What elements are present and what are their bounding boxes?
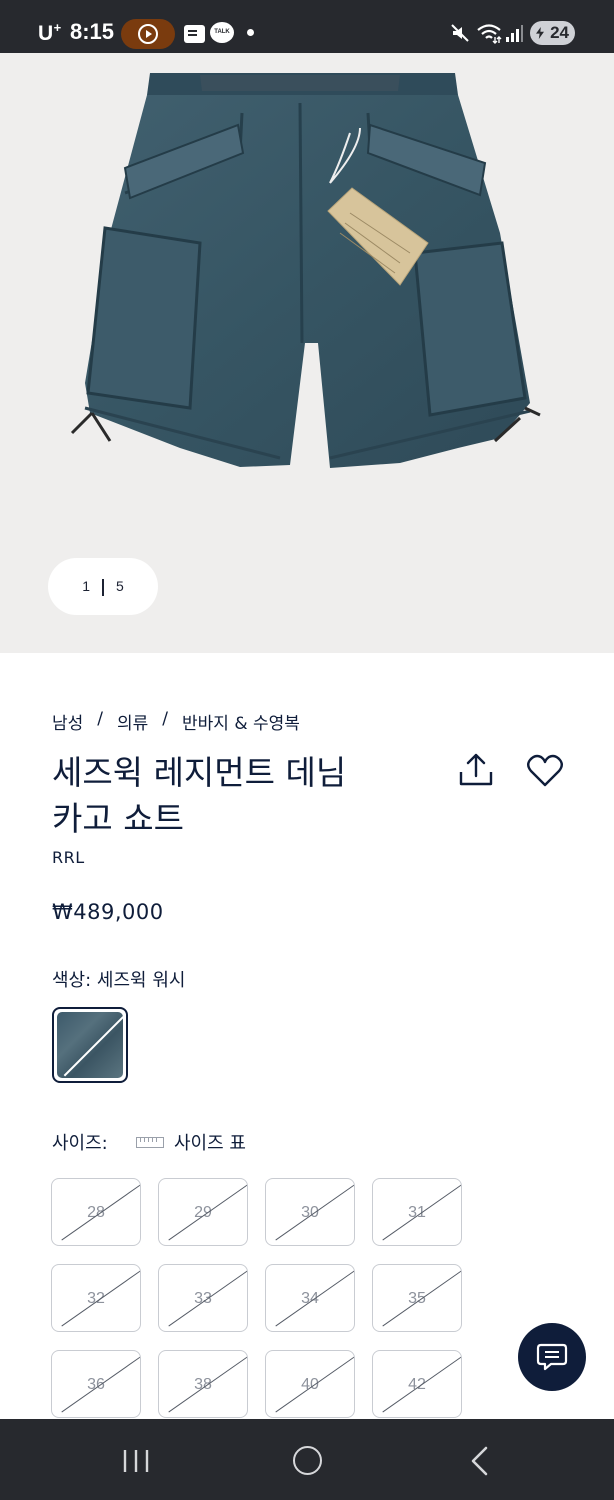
size-chart-label: 사이즈 표: [174, 1133, 246, 1154]
size-label: 사이즈:: [52, 1133, 108, 1154]
recent-apps-icon[interactable]: [121, 1449, 151, 1473]
product-price: ₩489,000: [52, 900, 164, 924]
size-option[interactable]: 36: [51, 1350, 141, 1418]
battery-indicator: 24: [530, 21, 575, 45]
pager-separator: [102, 578, 104, 596]
back-icon[interactable]: [468, 1446, 492, 1476]
heart-icon[interactable]: [526, 753, 564, 789]
product-title: 세즈윅 레지먼트 데님 카고 쇼트: [52, 750, 432, 842]
breadcrumb-separator: /: [97, 709, 104, 729]
kakaotalk-icon: TALK: [210, 22, 234, 43]
pager-total: 5: [116, 578, 124, 594]
status-bar: U+ 8:15 TALK 24: [0, 0, 614, 53]
breadcrumb-item-clothing[interactable]: 의류: [117, 709, 148, 734]
breadcrumb-item-shorts-swimwear[interactable]: 반바지 & 수영복: [182, 709, 300, 734]
product-title-line2: 카고 쇼트: [52, 799, 184, 838]
breadcrumb-separator: /: [162, 709, 169, 729]
mute-icon: [451, 24, 469, 42]
pager-current: 1: [82, 578, 90, 594]
signal-icon: [506, 25, 523, 42]
notification-app-icon: [184, 25, 205, 43]
breadcrumb-item-men[interactable]: 남성: [52, 709, 83, 734]
gallery-pager: 15: [48, 558, 158, 615]
carrier-label: U+: [38, 20, 62, 45]
screen-record-icon: [121, 19, 175, 49]
wifi-icon: [477, 24, 502, 44]
color-label-prefix: 색상:: [52, 970, 92, 991]
selected-color-name: 세즈윅 워시: [96, 970, 186, 991]
size-option[interactable]: 31: [372, 1178, 462, 1246]
size-option[interactable]: 42: [372, 1350, 462, 1418]
brand-name[interactable]: RRL: [52, 848, 85, 867]
chat-icon: [536, 1343, 568, 1371]
size-option[interactable]: 32: [51, 1264, 141, 1332]
ruler-icon: [136, 1136, 164, 1148]
product-title-line1: 세즈윅 레지먼트 데님: [52, 753, 347, 792]
size-option[interactable]: 28: [51, 1178, 141, 1246]
home-icon[interactable]: [293, 1446, 322, 1475]
size-option[interactable]: 38: [158, 1350, 248, 1418]
size-option[interactable]: 35: [372, 1264, 462, 1332]
status-time: 8:15: [70, 19, 115, 44]
system-nav-bar: [0, 1419, 614, 1500]
more-notifications-dot-icon: [247, 29, 254, 36]
size-option[interactable]: 40: [265, 1350, 355, 1418]
chat-button[interactable]: [518, 1323, 586, 1391]
share-icon[interactable]: [457, 752, 495, 788]
color-label: 색상: 세즈윅 워시: [52, 966, 185, 992]
size-option[interactable]: 34: [265, 1264, 355, 1332]
size-chart-link[interactable]: 사이즈 표: [136, 1129, 246, 1155]
color-swatch-sedgwick-wash[interactable]: [52, 1007, 128, 1083]
size-option[interactable]: 30: [265, 1178, 355, 1246]
product-image-gallery[interactable]: 15: [0, 53, 614, 653]
size-option[interactable]: 29: [158, 1178, 248, 1246]
breadcrumb: 남성 / 의류 / 반바지 & 수영복: [52, 709, 300, 734]
size-option[interactable]: 33: [158, 1264, 248, 1332]
swatch-image: [57, 1012, 123, 1078]
size-options: 28 29 30 31 32 33 34 35 36 38 40 42: [51, 1178, 462, 1418]
